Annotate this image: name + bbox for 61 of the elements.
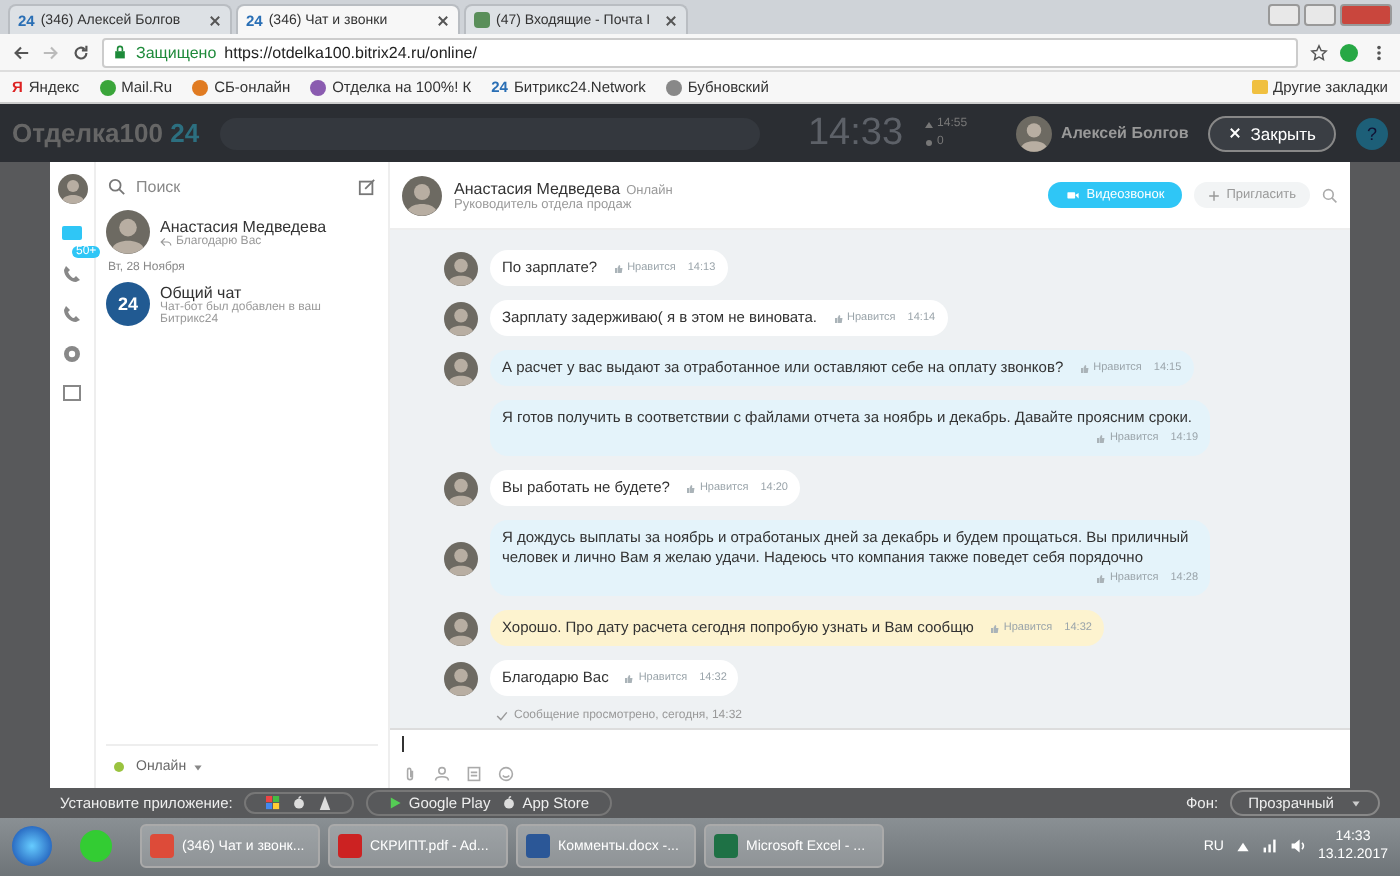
user-avatar xyxy=(402,175,442,216)
close-icon[interactable] xyxy=(436,13,450,27)
minimize-button[interactable] xyxy=(1268,4,1300,26)
apple-icon[interactable] xyxy=(292,796,307,810)
thumbs-up-icon xyxy=(1095,573,1106,584)
play-icon xyxy=(388,796,403,810)
smiley-icon[interactable] xyxy=(498,766,514,783)
person-icon[interactable] xyxy=(434,766,450,783)
thumbs-up-icon xyxy=(833,313,844,324)
mail-icon xyxy=(474,12,490,28)
document-icon[interactable] xyxy=(466,766,482,783)
windows-icon[interactable] xyxy=(266,796,281,810)
thumbs-up-icon xyxy=(1095,433,1106,444)
lock-icon xyxy=(112,44,128,60)
address-bar[interactable]: Защищено https://otdelka100.bitrix24.ru/online/ xyxy=(102,37,1298,67)
thumbs-up-icon xyxy=(624,673,635,684)
reply-icon xyxy=(160,235,172,248)
phone-icon[interactable] xyxy=(62,264,82,285)
contact-name: Анастасия Медведева xyxy=(454,179,621,198)
chat-icon[interactable] xyxy=(62,224,82,245)
close-icon[interactable] xyxy=(208,13,222,27)
caret-icon xyxy=(1350,797,1362,809)
thumbs-up-icon xyxy=(613,263,624,274)
dot-icon xyxy=(923,137,934,148)
search-icon[interactable] xyxy=(1322,187,1338,204)
close-icon[interactable] xyxy=(664,13,678,27)
caret-icon xyxy=(192,761,205,774)
start-button[interactable] xyxy=(12,826,52,867)
maximize-button[interactable] xyxy=(1304,4,1336,26)
user-avatar xyxy=(106,210,150,255)
search-field[interactable]: Поиск xyxy=(136,178,348,197)
phone-icon[interactable] xyxy=(62,304,82,325)
close-window-button[interactable] xyxy=(1340,4,1392,26)
thumbs-up-icon xyxy=(685,483,696,494)
tray-arrow-icon[interactable] xyxy=(1235,839,1250,854)
online-dot xyxy=(114,762,124,773)
close-icon xyxy=(1228,126,1243,141)
search-icon xyxy=(108,178,126,197)
user-name[interactable]: Алексей Болгов xyxy=(1061,124,1189,143)
plus-icon xyxy=(1208,189,1221,202)
back-icon[interactable] xyxy=(12,43,30,61)
profile-avatar xyxy=(57,174,87,205)
app-logo[interactable]: Отделка100 24 xyxy=(12,118,200,149)
close-button[interactable]: Закрыть xyxy=(1208,115,1336,152)
thumbs-up-icon xyxy=(989,623,1000,634)
compose-icon[interactable] xyxy=(358,178,376,197)
camera-icon xyxy=(1066,188,1081,203)
apple-icon xyxy=(502,796,517,810)
group-avatar: 24 xyxy=(106,282,150,327)
reload-icon[interactable] xyxy=(72,43,90,61)
forward-icon[interactable] xyxy=(42,43,60,61)
linux-icon[interactable] xyxy=(318,796,333,810)
attach-icon[interactable] xyxy=(402,766,418,783)
speaker-icon[interactable] xyxy=(1289,838,1306,855)
notes-icon[interactable] xyxy=(62,384,82,405)
help-button[interactable]: ? xyxy=(1356,117,1388,150)
settings-icon[interactable] xyxy=(62,344,82,365)
user-avatar xyxy=(1015,115,1052,152)
signal-icon[interactable] xyxy=(1261,838,1278,855)
thumbs-up-icon xyxy=(1079,363,1090,374)
star-icon[interactable] xyxy=(1310,43,1328,61)
